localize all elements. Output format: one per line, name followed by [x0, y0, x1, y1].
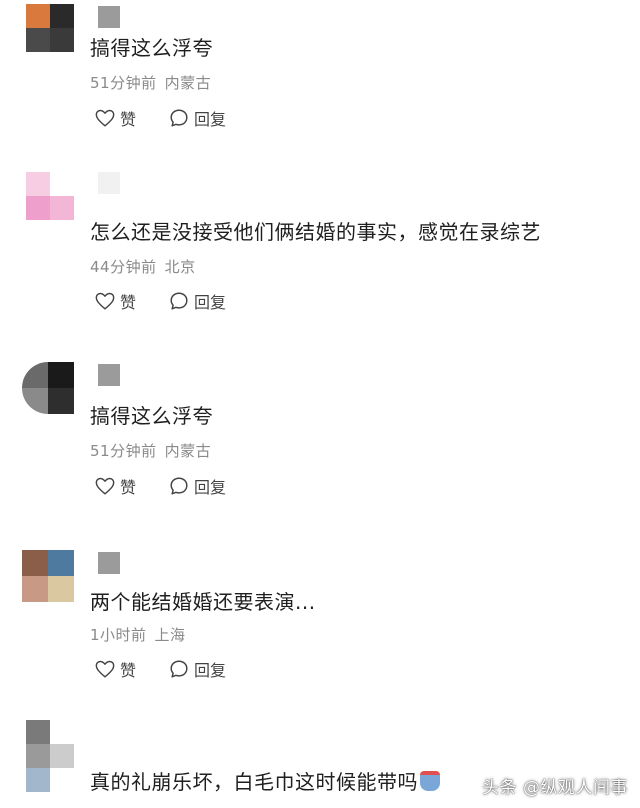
username[interactable]	[98, 364, 120, 386]
like-label: 赞	[120, 661, 137, 680]
comment-time: 51分钟前	[90, 442, 157, 460]
reply-button[interactable]: 回复	[168, 289, 226, 313]
like-label: 赞	[120, 478, 137, 497]
comment-actions: 赞 回复	[94, 106, 226, 130]
comment-actions: 赞 回复	[94, 474, 226, 498]
speech-bubble-icon	[170, 292, 188, 310]
like-label: 赞	[120, 293, 137, 312]
avatar[interactable]	[22, 720, 74, 808]
username[interactable]	[98, 6, 120, 28]
like-label: 赞	[120, 110, 137, 129]
reply-button[interactable]: 回复	[168, 474, 226, 498]
reply-button[interactable]: 回复	[168, 657, 226, 681]
like-button[interactable]: 赞	[94, 106, 136, 130]
emoji-icon	[420, 771, 440, 791]
reply-label: 回复	[194, 478, 227, 497]
reply-button[interactable]: 回复	[168, 106, 226, 130]
watermark: 头条 @纵观人间事	[482, 778, 628, 798]
avatar[interactable]	[22, 172, 74, 224]
comment-location: 内蒙古	[164, 74, 212, 92]
avatar[interactable]	[22, 362, 74, 414]
speech-bubble-icon	[170, 109, 188, 127]
reply-label: 回复	[194, 110, 227, 129]
comment-location: 内蒙古	[164, 442, 212, 460]
comment-meta: 1小时前 上海	[90, 624, 186, 645]
avatar[interactable]	[22, 550, 74, 602]
like-button[interactable]: 赞	[94, 657, 136, 681]
thumbs-up-icon	[95, 109, 115, 127]
comment-time: 44分钟前	[90, 258, 157, 276]
comment-text: 两个能结婚婚还要表演...	[90, 590, 316, 614]
comment-time: 51分钟前	[90, 74, 157, 92]
comment-time: 1小时前	[90, 626, 147, 644]
reply-label: 回复	[194, 661, 227, 680]
thumbs-up-icon	[95, 477, 115, 495]
comment-meta: 51分钟前 内蒙古	[90, 72, 211, 93]
comment-actions: 赞 回复	[94, 657, 226, 681]
thumbs-up-icon	[95, 292, 115, 310]
comment-meta: 44分钟前 北京	[90, 256, 196, 277]
comment-meta: 51分钟前 内蒙古	[90, 440, 211, 461]
comment-text: 搞得这么浮夸	[90, 404, 213, 428]
speech-bubble-icon	[170, 477, 188, 495]
speech-bubble-icon	[170, 660, 188, 678]
like-button[interactable]: 赞	[94, 289, 136, 313]
comment-text: 真的礼崩乐坏，白毛巾这时候能带吗	[90, 766, 440, 795]
thumbs-up-icon	[95, 660, 115, 678]
comment-actions: 赞 回复	[94, 289, 226, 313]
like-button[interactable]: 赞	[94, 474, 136, 498]
username[interactable]	[98, 172, 120, 194]
comment-location: 上海	[154, 626, 186, 644]
comment-text: 搞得这么浮夸	[90, 36, 213, 60]
username[interactable]	[98, 552, 120, 574]
comment-location: 北京	[164, 258, 196, 276]
comment-text: 怎么还是没接受他们俩结婚的事实，感觉在录综艺	[90, 220, 541, 244]
avatar[interactable]	[22, 4, 74, 56]
reply-label: 回复	[194, 293, 227, 312]
